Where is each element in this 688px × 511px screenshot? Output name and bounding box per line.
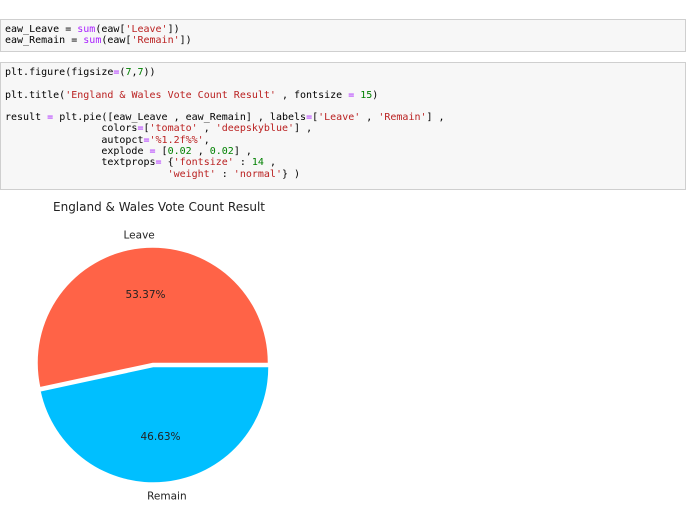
code-text: autopct: [5, 134, 144, 146]
code-string: 'fontsize': [173, 157, 234, 169]
code-string: 'deepskyblue': [215, 123, 295, 135]
code-string: 'Leave': [318, 112, 361, 124]
code-text: ,: [203, 134, 210, 146]
code-text: plt.title(: [5, 89, 66, 101]
code-string: 'Leave': [125, 24, 168, 35]
code-text: plt.figure(figsize: [5, 67, 114, 78]
code-string: '%1.2f%%': [149, 134, 204, 146]
code-builtin: sum: [83, 35, 102, 47]
code-cell-sum[interactable]: eaw_Leave = sum(eaw['Leave']) eaw_Remain…: [0, 19, 686, 52]
code-string: 'tomato': [149, 123, 198, 135]
code-number: 14: [251, 157, 264, 169]
code-text: )): [143, 67, 156, 78]
code-text: ] ,: [426, 112, 445, 124]
code-input[interactable]: plt.figure(figsize=(7,7)) plt.title('Eng…: [1, 63, 685, 184]
code-string: 'normal': [233, 168, 282, 180]
code-string: 'Remain': [378, 112, 427, 124]
pie-slice-leave: [37, 247, 268, 387]
code-text: ,: [263, 157, 276, 169]
code-text: plt.pie([eaw_Leave , eaw_Remain] , label…: [53, 112, 307, 124]
code-text: ] ,: [294, 123, 313, 135]
code-text: eaw_Leave =: [5, 24, 78, 35]
code-builtin: sum: [77, 24, 96, 35]
pie-pct-label-leave: 53.37%: [125, 289, 165, 301]
code-text: result: [5, 112, 48, 124]
code-text: eaw_Remain =: [5, 35, 84, 47]
pie-label-remain: Remain: [147, 490, 187, 500]
code-text: ,: [197, 123, 216, 135]
code-string: 'weight': [167, 168, 216, 180]
code-text: :: [233, 157, 252, 169]
pie-chart: 53.37% Leave 46.63% Remain: [37, 230, 269, 500]
pie-label-leave: Leave: [124, 230, 155, 242]
code-text: colors: [5, 123, 138, 135]
code-string: 'Remain': [131, 35, 180, 47]
code-number: 0.02: [209, 146, 234, 158]
code-string: 'England & Wales Vote Count Result': [65, 89, 276, 101]
code-text: textprops: [5, 157, 156, 169]
code-text: ] ,: [233, 146, 252, 158]
code-text: {: [161, 157, 174, 169]
pie-slice-remain: [40, 367, 269, 483]
code-text: } ): [281, 168, 301, 180]
code-text: [: [155, 146, 168, 158]
code-number: 15: [360, 89, 373, 101]
code-text: ): [372, 89, 379, 101]
code-number: 0.02: [167, 146, 192, 158]
code-text: :: [215, 168, 234, 180]
code-text: ,: [360, 112, 379, 124]
code-text: , fontsize: [275, 89, 349, 101]
code-text: (eaw[: [95, 24, 126, 35]
code-text: explode: [5, 146, 150, 158]
code-text: (eaw[: [101, 35, 132, 47]
code-text: ,: [191, 146, 210, 158]
pie-pct-label-remain: 46.63%: [141, 431, 181, 443]
code-input[interactable]: eaw_Leave = sum(eaw['Leave']) eaw_Remain…: [1, 20, 685, 51]
code-text: ]): [167, 24, 180, 35]
code-text: ]): [179, 35, 192, 47]
code-cell-plot[interactable]: plt.figure(figsize=(7,7)) plt.title('Eng…: [0, 62, 686, 190]
